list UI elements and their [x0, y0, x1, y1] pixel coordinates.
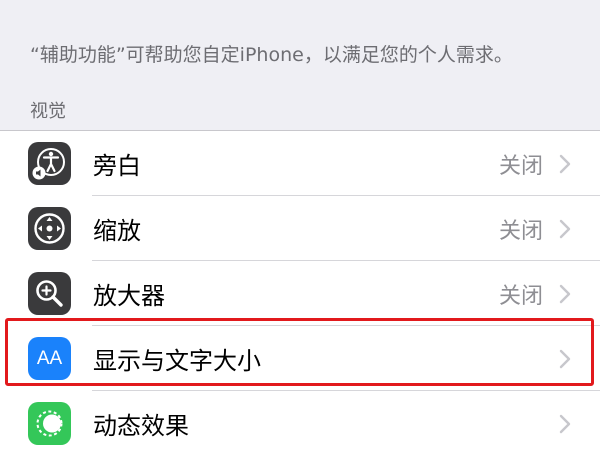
accessibility-description: “辅助功能”可帮助您自定iPhone，以满足您的个人需求。 — [30, 44, 513, 66]
settings-row-display-text-size[interactable]: AA 显示与文字大小 — [0, 326, 600, 391]
vision-settings-list: 旁白 关闭 缩放 关闭 放大器 关闭 AA 显示与文字大小 动态效果 — [0, 130, 600, 449]
chevron-right-icon — [559, 349, 571, 368]
row-label: 显示与文字大小 — [93, 347, 261, 375]
chevron-right-icon — [559, 284, 571, 303]
settings-row-magnifier[interactable]: 放大器 关闭 — [0, 261, 600, 326]
section-header-vision: 视觉 — [30, 101, 66, 122]
row-value: 关闭 — [498, 218, 543, 244]
settings-row-motion[interactable]: 动态效果 — [0, 391, 600, 449]
row-value: 关闭 — [498, 283, 543, 309]
accessibility-settings-screen: “辅助功能”可帮助您自定iPhone，以满足您的个人需求。 视觉 旁白 关闭 缩… — [0, 0, 600, 449]
row-label: 缩放 — [93, 217, 141, 245]
motion-icon — [28, 402, 71, 445]
row-label: 动态效果 — [93, 412, 189, 440]
chevron-right-icon — [559, 154, 571, 173]
row-label: 放大器 — [93, 282, 165, 310]
settings-row-voiceover[interactable]: 旁白 关闭 — [0, 131, 600, 196]
row-value: 关闭 — [498, 153, 543, 179]
chevron-right-icon — [559, 219, 571, 238]
voiceover-icon — [28, 142, 71, 185]
text-size-icon: AA — [28, 337, 71, 380]
text-size-icon-glyph: AA — [36, 347, 63, 369]
row-label: 旁白 — [93, 152, 141, 180]
chevron-right-icon — [559, 414, 571, 433]
zoom-icon — [28, 207, 71, 250]
settings-row-zoom[interactable]: 缩放 关闭 — [0, 196, 600, 261]
magnifier-icon — [28, 272, 71, 315]
